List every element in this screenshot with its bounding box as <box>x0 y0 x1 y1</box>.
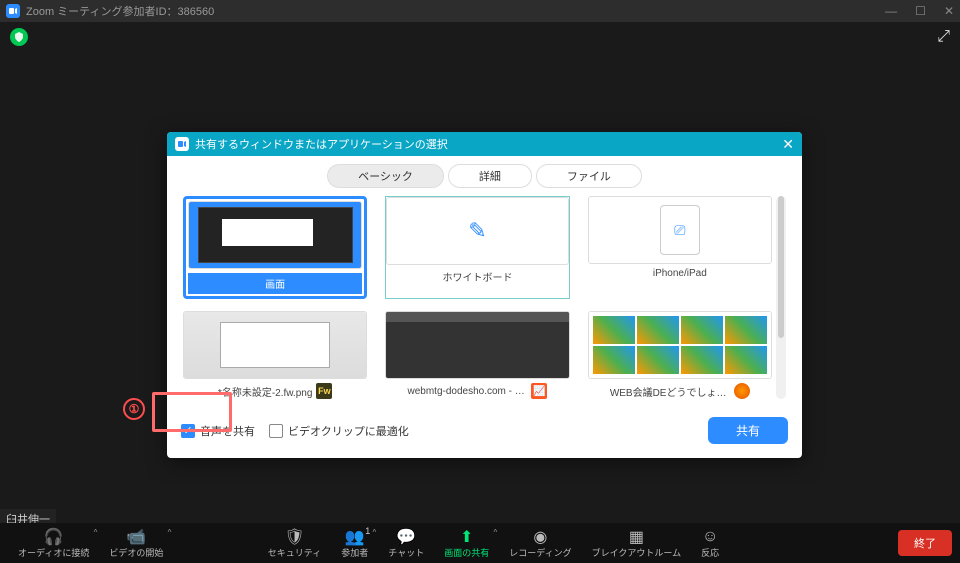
record-icon: ◉ <box>533 528 547 546</box>
close-button[interactable]: ✕ <box>944 4 954 18</box>
tab-advanced[interactable]: 詳細 <box>448 164 532 188</box>
toolbar-record[interactable]: ◉ レコーディング <box>499 528 581 559</box>
video-off-icon: 📹 <box>126 528 146 546</box>
reactions-icon: ☺ <box>702 528 718 546</box>
annotation-highlight-box <box>152 392 232 432</box>
chevron-up-icon[interactable]: ^ <box>168 528 172 537</box>
toolbar-participants[interactable]: 👥 1 参加者 ^ <box>331 528 378 559</box>
toolbar-video[interactable]: 📹 ビデオの開始 ^ <box>99 528 173 559</box>
participants-icon: 👥 <box>345 528 365 546</box>
modal-footer: ✓ 音声を共有 ビデオクリップに最適化 共有 <box>167 407 802 458</box>
share-button[interactable]: 共有 <box>708 417 788 444</box>
modal-zoom-icon <box>175 137 189 151</box>
toolbar-label: 反応 <box>701 546 719 559</box>
modal-close-button[interactable]: ✕ <box>782 136 794 153</box>
checkbox-unchecked-icon <box>269 424 283 438</box>
window-title: Zoom ミーティング参加者ID：386560 <box>26 3 214 19</box>
chevron-up-icon[interactable]: ^ <box>94 528 98 537</box>
chat-icon: 💬 <box>396 528 416 546</box>
encryption-shield-icon[interactable] <box>10 28 28 46</box>
maximize-button[interactable]: ☐ <box>915 4 926 18</box>
toolbar-chat[interactable]: 💬 チャット <box>378 528 434 559</box>
toolbar-label: オーディオに接続 <box>18 546 89 559</box>
minimize-button[interactable]: ― <box>885 4 897 18</box>
thumb-label: WEB会議DEどうでしょう | この一言… <box>610 384 730 399</box>
meeting-top-strip: ⤢ <box>0 22 960 52</box>
toolbar-label: 画面の共有 <box>444 546 489 559</box>
share-tabs: ベーシック 詳細 ファイル <box>167 156 802 196</box>
share-source-app-firefox[interactable]: WEB会議DEどうでしょう | この一言… <box>588 311 772 399</box>
pencil-icon: ✎ <box>468 218 486 244</box>
tab-spacer <box>253 164 323 188</box>
share-source-app-fireworks[interactable]: *名称未設定-2.fw.png Fw <box>183 311 367 399</box>
window-titlebar: Zoom ミーティング参加者ID：386560 ― ☐ ✕ <box>0 0 960 22</box>
thumb-label: iPhone/iPad <box>653 268 707 279</box>
firefox-app-icon <box>734 383 750 399</box>
airplay-icon: ⎚ <box>660 205 700 255</box>
chevron-up-icon[interactable]: ^ <box>373 528 377 537</box>
modal-title: 共有するウィンドウまたはアプリケーションの選択 <box>195 136 448 152</box>
toolbar-label: セキュリティ <box>268 546 321 559</box>
annotation-number-1: ① <box>123 398 145 420</box>
breakout-rooms-icon: ▦ <box>629 528 644 546</box>
fireworks-app-icon: Fw <box>316 383 332 399</box>
share-screen-modal: 共有するウィンドウまたはアプリケーションの選択 ✕ ベーシック 詳細 ファイル … <box>167 132 802 458</box>
toolbar-share-screen[interactable]: ⬆ 画面の共有 ^ <box>434 528 499 559</box>
ranktracker-app-icon: 📈 <box>531 383 547 399</box>
grid-scrollbar[interactable] <box>776 196 786 399</box>
thumb-label: ホワイトボード <box>442 269 512 284</box>
share-source-grid: 画面 ✎ ホワイトボード ⎚ iPhone/iPad *名称未設定-2.fw.p… <box>183 196 772 399</box>
fullscreen-icon[interactable]: ⤢ <box>937 28 950 46</box>
optimize-video-checkbox[interactable]: ビデオクリップに最適化 <box>269 423 409 439</box>
toolbar-reactions[interactable]: ☺ 反応 <box>691 528 729 559</box>
toolbar-label: チャット <box>388 546 424 559</box>
thumb-label: *名称未設定-2.fw.png <box>218 384 312 399</box>
participants-count: 1 <box>365 526 370 536</box>
meeting-toolbar: 🎧 オーディオに接続 ^ 📹 ビデオの開始 ^ 🛡 セキュリティ 👥 1 参加者… <box>0 523 960 563</box>
tab-file[interactable]: ファイル <box>536 164 642 188</box>
share-source-whiteboard[interactable]: ✎ ホワイトボード <box>385 196 569 299</box>
chevron-up-icon[interactable]: ^ <box>493 528 497 537</box>
tab-basic[interactable]: ベーシック <box>327 164 444 188</box>
toolbar-label: ブレイクアウトルーム <box>592 546 682 559</box>
toolbar-breakout[interactable]: ▦ ブレイクアウトルーム <box>582 528 692 559</box>
share-source-screen[interactable]: 画面 <box>183 196 367 299</box>
share-source-app-ranktracker[interactable]: webmtg-dodesho.com - Rank Tra… 📈 <box>385 311 569 399</box>
optimize-video-label: ビデオクリップに最適化 <box>288 423 409 439</box>
toolbar-security[interactable]: 🛡 セキュリティ <box>258 528 331 559</box>
thumb-label: webmtg-dodesho.com - Rank Tra… <box>407 386 527 397</box>
share-source-iphone-ipad[interactable]: ⎚ iPhone/iPad <box>588 196 772 299</box>
thumb-label: 画面 <box>265 276 285 291</box>
shield-icon: 🛡 <box>284 528 304 546</box>
toolbar-label: ビデオの開始 <box>109 546 163 559</box>
zoom-app-icon <box>6 4 20 18</box>
toolbar-audio[interactable]: 🎧 オーディオに接続 ^ <box>8 528 99 559</box>
headphones-icon: 🎧 <box>44 528 64 546</box>
toolbar-label: 参加者 <box>341 546 368 559</box>
share-screen-icon: ⬆ <box>460 528 473 546</box>
toolbar-label: レコーディング <box>509 546 571 559</box>
modal-titlebar: 共有するウィンドウまたはアプリケーションの選択 ✕ <box>167 132 802 156</box>
tab-spacer <box>646 164 716 188</box>
end-meeting-button[interactable]: 終了 <box>898 530 952 556</box>
